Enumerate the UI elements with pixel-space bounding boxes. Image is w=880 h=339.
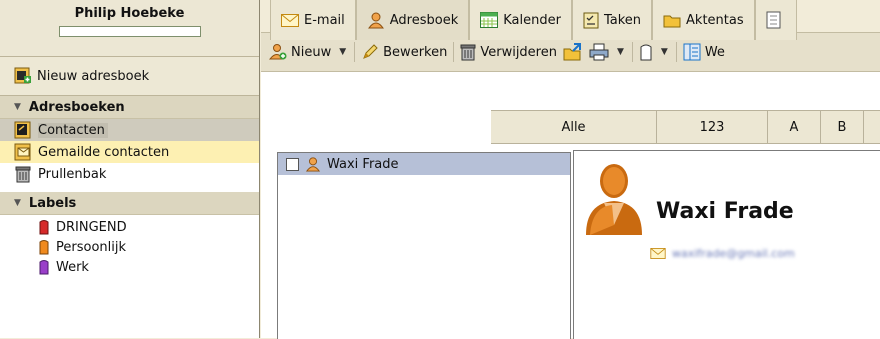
view-icon — [683, 43, 701, 61]
tag-dropdown-arrow-icon[interactable]: ▼ — [661, 47, 668, 57]
contact-detail-name: Waxi Frade — [656, 199, 794, 224]
contact-checkbox[interactable] — [286, 157, 299, 171]
alpha-filter-123[interactable]: 123 — [657, 111, 768, 143]
toolbar-separator — [453, 42, 455, 62]
labels-list: DRINGEND Persoonlijk Werk — [0, 215, 259, 277]
collapse-triangle-icon: ▼ — [14, 102, 21, 112]
labels-header[interactable]: ▼ Labels — [0, 192, 259, 215]
new-dropdown-arrow-icon[interactable]: ▼ — [339, 47, 346, 57]
tab-calendar[interactable]: Kalender — [469, 0, 572, 40]
addressbooks-header-label: Adresboeken — [28, 99, 125, 115]
toolbar-separator — [631, 42, 633, 62]
tab-label: Taken — [603, 12, 642, 28]
alphabet-filter: Alle 123 A B — [491, 110, 880, 144]
label-item-persoonlijk[interactable]: Persoonlijk — [0, 237, 259, 257]
tab-email[interactable]: E-mail — [270, 0, 356, 40]
contact-avatar-icon — [586, 164, 642, 235]
delete-button-label: Verwijderen — [480, 44, 557, 60]
email-address[interactable]: waxifrade@gmail.com — [672, 247, 795, 260]
envelope-icon — [281, 13, 299, 27]
more-button[interactable]: We — [683, 43, 725, 61]
tab-addressbook[interactable]: Adresboek — [355, 0, 470, 40]
tag-red-icon — [39, 220, 49, 235]
label-item-text: Persoonlijk — [56, 239, 127, 255]
label-item-text: DRINGEND — [56, 219, 127, 235]
tab-notes[interactable] — [754, 0, 797, 40]
new-addressbook-button[interactable]: Nieuw adresboek — [0, 57, 259, 96]
tab-label: E-mail — [304, 12, 345, 28]
trash-icon — [15, 166, 31, 183]
contact-detail: Waxi Frade waxifrade@gmail.com — [573, 150, 880, 339]
contact-name: Waxi Frade — [327, 156, 399, 172]
folder-icon — [663, 15, 681, 27]
contacts-book-icon — [14, 121, 31, 139]
person-icon — [367, 12, 384, 29]
tab-label: Adresboek — [389, 12, 459, 28]
alpha-filter-a[interactable]: A — [768, 111, 821, 143]
alpha-filter-b[interactable]: B — [821, 111, 864, 143]
tag-icon[interactable] — [639, 43, 653, 61]
print-icon[interactable] — [589, 43, 609, 61]
alpha-filter-more[interactable] — [864, 111, 880, 143]
user-name: Philip Hoebeke — [74, 6, 185, 21]
sidebar-item-label: Gemailde contacten — [38, 144, 170, 160]
tab-tasks[interactable]: Taken — [571, 0, 653, 40]
toolbar-separator — [675, 42, 677, 62]
trash-icon — [460, 44, 476, 61]
labels-header-label: Labels — [28, 195, 77, 211]
contact-detail-email[interactable]: waxifrade@gmail.com — [650, 247, 795, 260]
print-dropdown-arrow-icon[interactable]: ▼ — [617, 47, 624, 57]
new-button-label: Nieuw — [291, 44, 332, 60]
mailed-contacts-icon — [14, 143, 31, 161]
new-addressbook-icon — [14, 67, 31, 84]
person-icon — [305, 157, 321, 172]
notes-icon — [766, 11, 781, 29]
edit-button-label: Bewerken — [383, 44, 448, 60]
sidebar: Philip Hoebeke Nieuw adresboek ▼ Adresbo… — [0, 0, 260, 338]
edit-button[interactable]: Bewerken — [361, 43, 447, 61]
new-addressbook-label: Nieuw adresboek — [37, 68, 150, 84]
sidebar-item-trash[interactable]: Prullenbak — [0, 163, 259, 185]
calendar-icon — [480, 12, 499, 28]
user-quota-bar — [58, 26, 201, 37]
envelope-icon — [650, 248, 666, 259]
app-tabs: E-mail Adresboek Kalender Taken Aktentas — [261, 0, 880, 40]
alpha-filter-all[interactable]: Alle — [491, 111, 657, 143]
toolbar-separator — [354, 42, 356, 62]
tag-purple-icon — [39, 260, 49, 275]
sidebar-item-label: Prullenbak — [38, 166, 107, 182]
sidebar-item-contacts[interactable]: Contacten — [0, 119, 259, 141]
main-area: E-mail Adresboek Kalender Taken Aktentas… — [261, 0, 880, 339]
label-item-dringend[interactable]: DRINGEND — [0, 217, 259, 237]
pencil-icon — [363, 44, 378, 59]
list-item[interactable]: Waxi Frade — [278, 153, 570, 175]
sidebar-item-label: Contacten — [38, 122, 108, 138]
tag-orange-icon — [39, 240, 49, 255]
tab-briefcase[interactable]: Aktentas — [652, 0, 755, 40]
sidebar-item-mailed-contacts[interactable]: Gemailde contacten — [0, 141, 259, 163]
new-button[interactable]: Nieuw — [269, 43, 331, 61]
export-icon[interactable] — [563, 43, 583, 61]
tab-label: Kalender — [503, 12, 561, 28]
user-box: Philip Hoebeke — [0, 0, 259, 57]
delete-button[interactable]: Verwijderen — [460, 43, 557, 61]
collapse-triangle-icon: ▼ — [14, 198, 21, 208]
addressbooks-header[interactable]: ▼ Adresboeken — [0, 96, 259, 119]
new-contact-icon — [269, 44, 287, 60]
tasks-icon — [583, 12, 599, 29]
label-item-werk[interactable]: Werk — [0, 257, 259, 277]
label-item-text: Werk — [56, 259, 89, 275]
more-button-label: We — [704, 44, 725, 60]
tab-label: Aktentas — [686, 12, 744, 28]
contact-list: Waxi Frade — [277, 152, 571, 339]
